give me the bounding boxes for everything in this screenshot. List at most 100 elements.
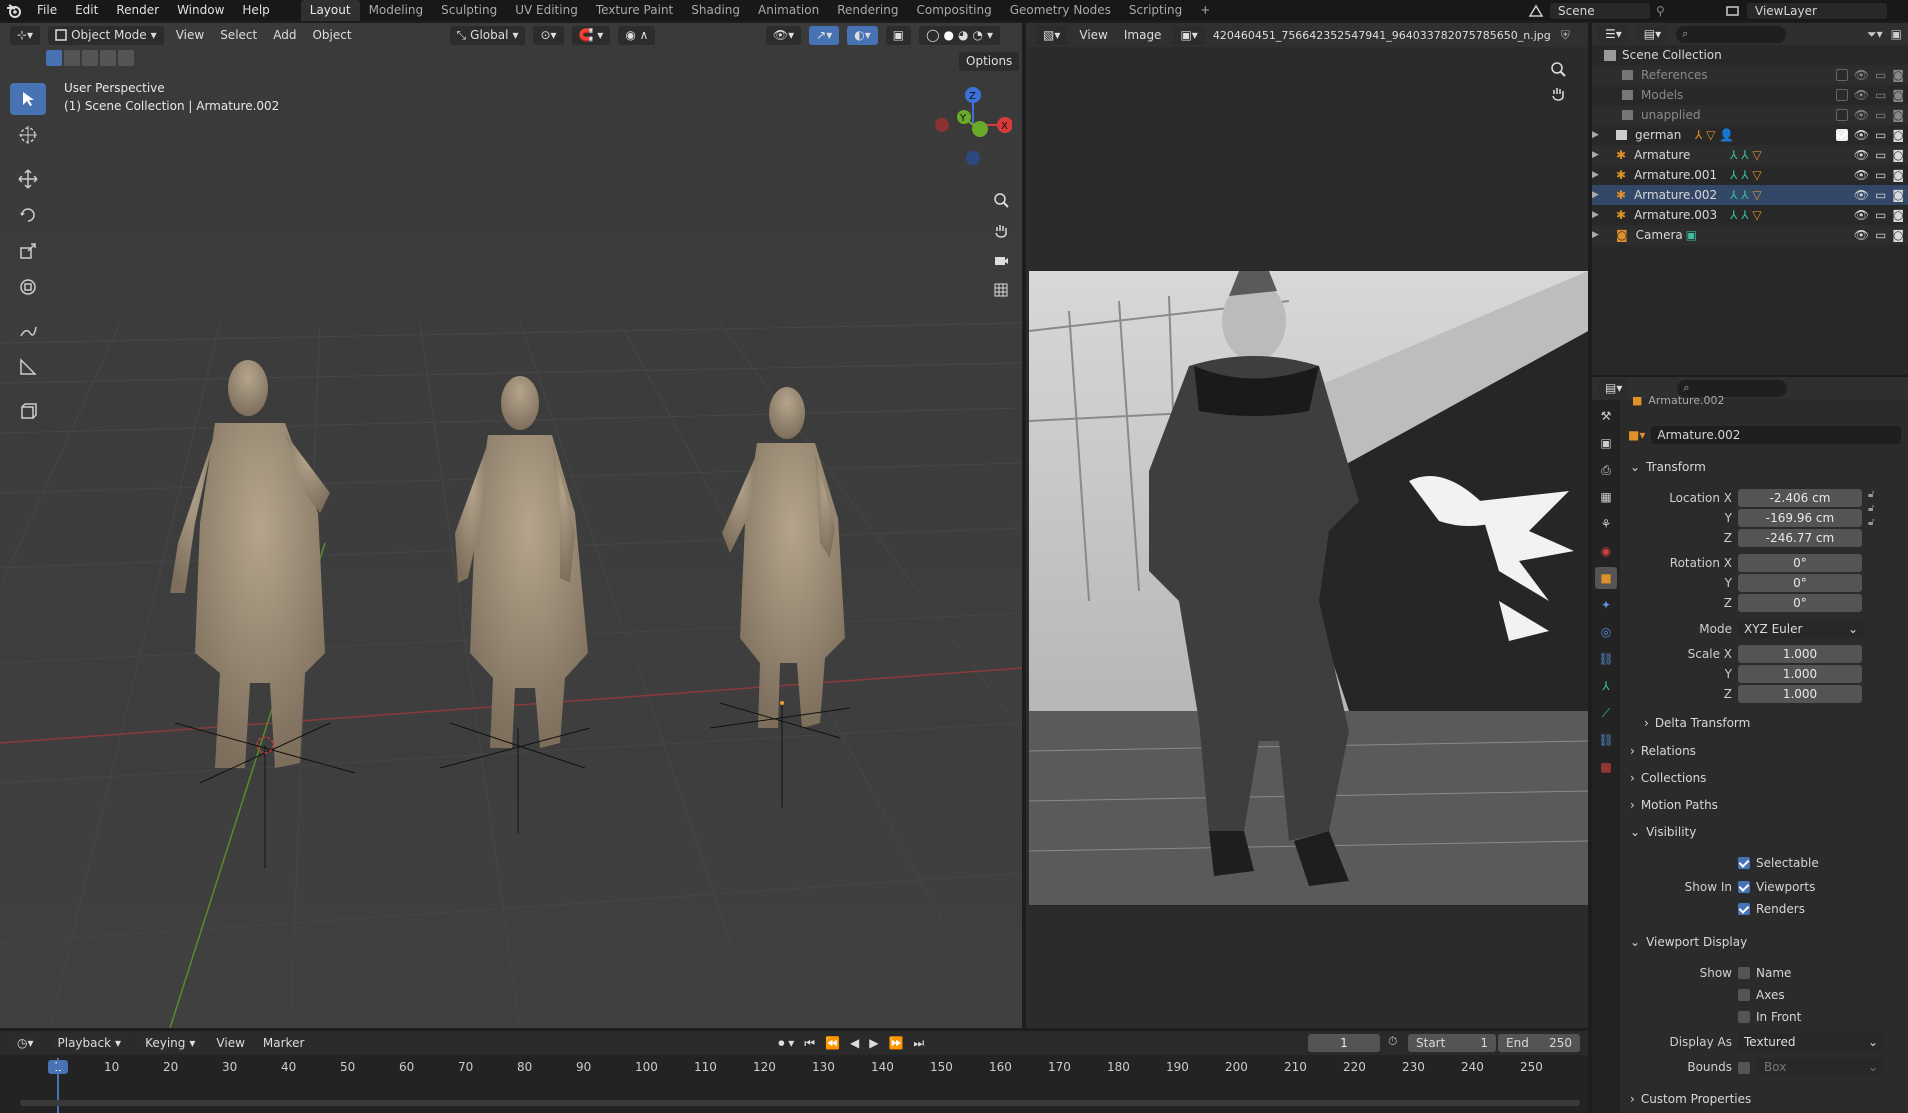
camera-view-icon[interactable] <box>986 245 1016 275</box>
scale-x-field[interactable]: 1.000 <box>1738 645 1862 663</box>
workspace-tab-texture-paint[interactable]: Texture Paint <box>587 0 682 21</box>
measure-tool[interactable] <box>10 351 46 383</box>
monitor-icon[interactable]: ▭ <box>1875 208 1886 222</box>
exclude-checkbox[interactable] <box>1835 109 1848 121</box>
camera-render-icon[interactable]: ◙ <box>1892 228 1904 242</box>
bone-tab-icon[interactable]: ⟋ <box>1595 702 1617 724</box>
workspace-tab-modeling[interactable]: Modeling <box>360 0 433 21</box>
select-extend-icon[interactable] <box>64 50 80 66</box>
image-pan-hand-icon[interactable] <box>1550 85 1566 101</box>
transform-panel-header[interactable]: ⌄ Transform <box>1630 456 1908 478</box>
auto-keying-icon[interactable]: ⏺ ▾ <box>778 1036 794 1051</box>
relations-panel-header[interactable]: › Relations <box>1630 740 1908 762</box>
annotate-tool[interactable] <box>10 315 46 347</box>
outliner-row-references[interactable]: References 👁 ▭ ◙ <box>1592 65 1908 85</box>
add-cube-tool[interactable] <box>10 395 46 427</box>
eye-icon[interactable]: 👁 <box>1854 168 1869 182</box>
monitor-icon[interactable]: ▭ <box>1875 108 1886 122</box>
play-icon[interactable]: ▶ <box>869 1036 878 1050</box>
solid-shading-icon[interactable]: ● <box>944 28 954 43</box>
monitor-icon[interactable]: ▭ <box>1875 168 1886 182</box>
editor-type-icon[interactable]: ⊹▾ <box>10 25 41 45</box>
menu-edit[interactable]: Edit <box>66 0 107 21</box>
constraints-tab-icon[interactable]: ⛓ <box>1595 648 1617 670</box>
object-name-field[interactable]: Armature.002 <box>1651 426 1902 444</box>
image-filename[interactable]: 420460451_756642352547941_96403378207578… <box>1213 29 1553 42</box>
camera-render-icon[interactable]: ◙ <box>1892 208 1904 222</box>
menu-window[interactable]: Window <box>168 0 233 21</box>
outliner-row-german[interactable]: ▶ german ⅄ ▽ 👤 👁 ▭ ◙ <box>1592 125 1908 145</box>
expand-arrow-icon[interactable]: ▶ <box>1592 170 1616 180</box>
location-x-field[interactable]: -2.406 cm <box>1738 489 1862 507</box>
display-as-select[interactable]: Textured ⌄ <box>1738 1033 1884 1051</box>
outliner-scene-collection[interactable]: Scene Collection <box>1592 45 1908 65</box>
object-type-icon[interactable]: ■▾ <box>1628 428 1645 442</box>
camera-render-icon[interactable]: ◙ <box>1892 108 1904 122</box>
delta-transform-panel-header[interactable]: › Delta Transform <box>1644 712 1908 734</box>
image-editor-type-icon[interactable]: ▧▾ <box>1036 25 1068 45</box>
workspace-tab-uv-editing[interactable]: UV Editing <box>506 0 587 21</box>
scale-y-field[interactable]: 1.000 <box>1738 665 1862 683</box>
select-intersect-icon[interactable] <box>118 50 134 66</box>
timeline-scrollbar[interactable] <box>20 1100 1580 1106</box>
cursor-tool[interactable] <box>10 119 46 151</box>
image-editor[interactable]: ▧▾ View Image ▣▾ 420460451_7566423525479… <box>1026 23 1588 1028</box>
rotation-y-field[interactable]: 0° <box>1738 574 1862 592</box>
render-tab-icon[interactable]: ▣ <box>1595 432 1617 454</box>
options-button[interactable]: Options <box>959 52 1020 71</box>
jump-end-icon[interactable]: ⏭ <box>913 1036 924 1051</box>
workspace-tab-shading[interactable]: Shading <box>682 0 749 21</box>
monitor-icon[interactable]: ▭ <box>1875 228 1886 242</box>
timeline-menu-marker[interactable]: Marker <box>259 1036 308 1050</box>
tool-settings-tab-icon[interactable]: ⚒ <box>1595 405 1617 427</box>
navigation-gizmo[interactable]: Z X Y <box>922 81 1012 181</box>
add-workspace-icon[interactable]: + <box>1191 0 1219 21</box>
transform-tool[interactable] <box>10 271 46 303</box>
viewport-menu-object[interactable]: Object <box>308 28 355 42</box>
outliner-row-armature-003[interactable]: ▶ ✱ Armature.003 ⅄ ⅄ ▽ 👁 ▭ ◙ <box>1592 205 1908 225</box>
world-tab-icon[interactable]: ◉ <box>1595 540 1617 562</box>
expand-arrow-icon[interactable]: ▶ <box>1592 150 1616 160</box>
object-data-tab-icon[interactable]: ⅄ <box>1595 675 1617 697</box>
snap-icon[interactable]: 🧲 ▾ <box>571 25 611 45</box>
mode-selector[interactable]: Object Mode ▾ <box>48 25 164 45</box>
rotation-x-field[interactable]: 0° <box>1738 554 1862 572</box>
in-front-checkbox[interactable]: In Front <box>1738 1010 1801 1024</box>
outliner-row-models[interactable]: Models 👁 ▭ ◙ <box>1592 85 1908 105</box>
show-name-checkbox[interactable]: Name <box>1738 966 1791 980</box>
motion-paths-panel-header[interactable]: › Motion Paths <box>1630 794 1908 816</box>
renders-checkbox[interactable]: Renders <box>1738 902 1805 916</box>
select-box-tool[interactable] <box>10 83 46 115</box>
exclude-checkbox[interactable] <box>1835 69 1848 81</box>
start-frame-field[interactable]: Start 1 <box>1408 1034 1496 1052</box>
rotation-z-field[interactable]: 0° <box>1738 594 1862 612</box>
outliner-row-unapplied[interactable]: unapplied 👁 ▭ ◙ <box>1592 105 1908 125</box>
camera-render-icon[interactable]: ◙ <box>1892 88 1904 102</box>
workspace-tab-compositing[interactable]: Compositing <box>907 0 1000 21</box>
workspace-tab-animation[interactable]: Animation <box>749 0 828 21</box>
monitor-icon[interactable]: ▭ <box>1875 188 1886 202</box>
workspace-tab-sculpting[interactable]: Sculpting <box>432 0 506 21</box>
visibility-eye-icon[interactable]: 👁▾ <box>765 25 802 45</box>
menu-render[interactable]: Render <box>107 0 168 21</box>
selectable-checkbox[interactable]: Selectable <box>1738 856 1819 870</box>
output-tab-icon[interactable]: ⎙ <box>1595 459 1617 481</box>
outliner-display-mode-icon[interactable]: ▤▾ <box>1636 24 1669 44</box>
bounds-checkbox[interactable] <box>1738 1062 1750 1074</box>
exclude-checkbox[interactable] <box>1835 129 1848 141</box>
current-frame-field[interactable]: 1 <box>1308 1034 1380 1052</box>
expand-arrow-icon[interactable]: ▶ <box>1592 190 1616 200</box>
select-invert-icon[interactable] <box>100 50 116 66</box>
monitor-icon[interactable]: ▭ <box>1875 88 1886 102</box>
image-zoom-icon[interactable] <box>1550 61 1566 77</box>
ortho-grid-icon[interactable] <box>986 275 1016 305</box>
monitor-icon[interactable]: ▭ <box>1875 128 1886 142</box>
object-tab-icon[interactable]: ■ <box>1595 567 1617 589</box>
texture-tab-icon[interactable]: ▩ <box>1595 756 1617 778</box>
scene-tab-icon[interactable]: ⚘ <box>1595 513 1617 535</box>
image-menu-image[interactable]: Image <box>1120 28 1166 42</box>
expand-arrow-icon[interactable]: ▶ <box>1592 210 1616 220</box>
exclude-checkbox[interactable] <box>1835 89 1848 101</box>
location-z-field[interactable]: -246.77 cm <box>1738 529 1862 547</box>
pivot-point-icon[interactable]: ⊙▾ <box>533 25 564 45</box>
